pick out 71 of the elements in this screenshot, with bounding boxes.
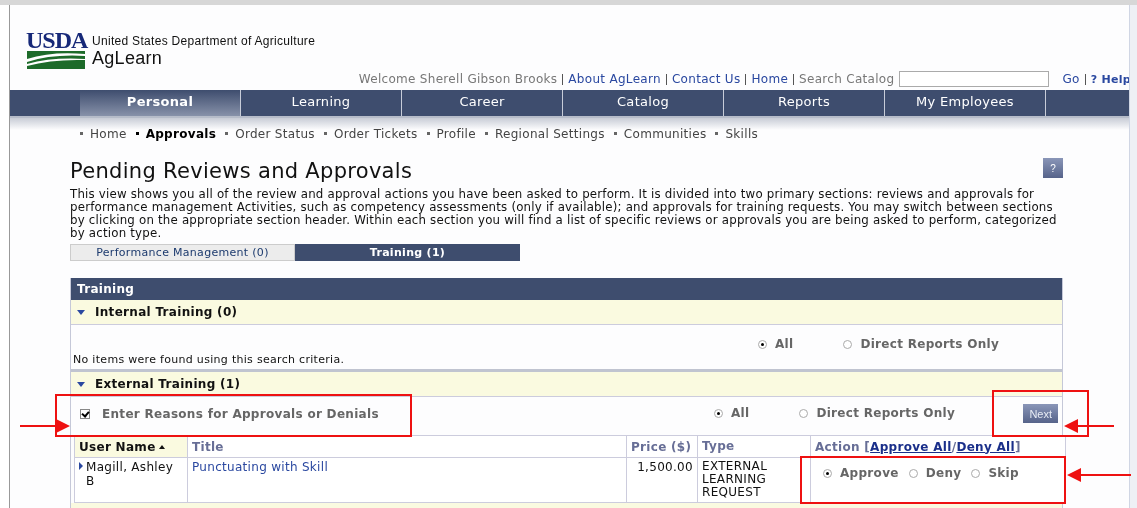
bullet-icon <box>80 132 83 135</box>
subnav-link[interactable]: Skills <box>725 126 759 141</box>
filter-radio[interactable]: All <box>758 337 794 351</box>
approve-all-link[interactable]: Approve All <box>870 439 952 454</box>
panel-title: Training <box>71 278 1062 300</box>
subnav-link[interactable]: Profile <box>436 126 476 141</box>
bullet-icon <box>135 132 139 135</box>
column-header[interactable]: Type <box>697 435 811 458</box>
nav-tab[interactable]: Catalog <box>563 90 724 116</box>
subnav-link[interactable]: Communities <box>623 126 707 141</box>
section-tab[interactable]: Performance Management (0) <box>70 244 295 261</box>
help-button[interactable]: ? <box>1043 158 1063 178</box>
subnav-link[interactable]: Order Tickets <box>333 126 418 141</box>
action-radio[interactable]: Skip <box>971 466 1019 480</box>
section-title[interactable]: Internal Training (0) <box>95 305 238 319</box>
action-label: Action [ <box>815 439 871 454</box>
bullet-icon <box>613 132 617 135</box>
pointer-arrow <box>20 418 70 434</box>
course-title-link[interactable]: Punctuating with Skill <box>192 460 329 474</box>
bullet-icon <box>715 132 719 135</box>
header-link[interactable]: Home <box>751 72 789 86</box>
filter-radio[interactable]: Direct Reports Only <box>799 406 956 420</box>
action-radio[interactable]: Deny <box>908 466 962 480</box>
deny-all-link[interactable]: Deny All <box>956 439 1015 454</box>
header-link[interactable]: About AgLearn <box>568 72 661 86</box>
sort-icon <box>158 445 165 449</box>
type-cell: EXTERNAL LEARNING REQUEST <box>697 457 811 503</box>
bracket-text: ] <box>1014 439 1021 454</box>
nav-tab[interactable]: Career <box>402 90 563 116</box>
section-title[interactable]: External Training (1) <box>95 377 241 391</box>
expand-icon[interactable] <box>77 381 85 387</box>
description-text: This view shows you all of the review and approval actions you have been asked to perform. It is divided into two primary sections: reviews and approvals for performance management Activities, such as competency assessments (only if available); and approvals for training requests. You may switch between sections by clicking on the appropriate section header. Within each section you will find a list of specific reviews or approvals you are being asked to perform, categorized by action type. <box>70 188 1058 240</box>
bullet-icon <box>225 132 229 135</box>
nav-tab[interactable]: My Employees <box>885 90 1046 116</box>
product-name: AgLearn <box>92 48 164 68</box>
go-link[interactable]: Go <box>1062 72 1080 86</box>
subnav-link[interactable]: Home <box>90 126 127 141</box>
subnav-link[interactable]: Approvals <box>145 126 217 141</box>
price-cell: 1,500.00 <box>626 457 698 503</box>
column-header[interactable]: User Name <box>74 435 188 458</box>
filter-radio[interactable]: All <box>714 406 750 420</box>
pointer-arrow <box>1064 418 1114 434</box>
bullet-icon <box>426 132 430 135</box>
next-button[interactable]: Next <box>1023 404 1058 423</box>
search-label: Search Catalog <box>799 72 895 86</box>
user-name: Magill, Ashley B <box>86 460 175 488</box>
subnav-link[interactable]: Regional Settings <box>494 126 605 141</box>
help-link[interactable]: ? Help <box>1090 72 1131 86</box>
empty-message: No items were found using this search criteria. <box>73 353 345 366</box>
pointer-arrow <box>1067 467 1131 483</box>
nav-tab[interactable]: Reports <box>724 90 885 116</box>
page-title: Pending Reviews and Approvals <box>70 158 413 184</box>
header-link[interactable]: Contact Us <box>671 72 741 86</box>
link-separator: / <box>951 439 957 454</box>
expand-icon[interactable] <box>77 309 85 315</box>
column-header[interactable]: Title <box>187 435 627 458</box>
filter-radio[interactable]: Direct Reports Only <box>843 337 1000 351</box>
welcome-text: Welcome Sherell Gibson Brooks <box>358 72 558 86</box>
nav-tab[interactable]: Learning <box>241 90 402 116</box>
column-header[interactable]: Price ($) <box>626 435 698 458</box>
agency-name: United States Department of Agriculture <box>92 34 316 48</box>
subnav-link[interactable]: Order Status <box>235 126 315 141</box>
reasons-checkbox[interactable]: Enter Reasons for Approvals or Denials <box>80 407 379 421</box>
bullet-icon <box>484 132 488 135</box>
bullet-icon <box>323 132 327 135</box>
expand-row-icon[interactable] <box>79 462 83 470</box>
section-tab[interactable]: Training (1) <box>295 244 520 261</box>
nav-tab[interactable]: Personal <box>80 90 241 116</box>
action-radio[interactable]: Approve <box>823 466 899 480</box>
search-field[interactable] <box>899 71 1050 87</box>
usda-logo: USDA <box>26 29 86 69</box>
